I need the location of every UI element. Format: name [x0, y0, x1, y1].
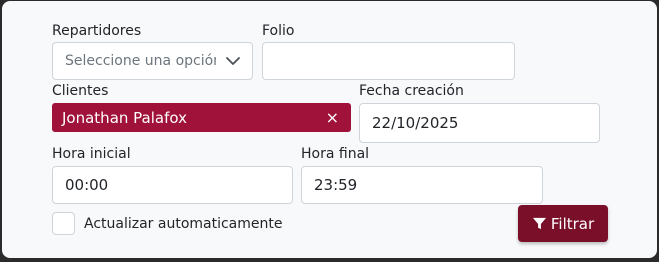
filter-panel: Repartidores Seleccione una opción Folio… [2, 1, 657, 258]
filter-button-label: Filtrar [550, 214, 595, 233]
auto-update-label: Actualizar automaticamente [84, 216, 283, 232]
repartidores-placeholder: Seleccione una opción [65, 53, 216, 69]
folio-label: Folio [262, 23, 295, 39]
fecha-creacion-value: 22/10/2025 [372, 114, 459, 132]
hora-final-label: Hora final [301, 146, 370, 162]
hora-inicial-value: 00:00 [65, 176, 109, 194]
filter-icon [532, 217, 546, 230]
filter-button[interactable]: Filtrar [518, 205, 608, 242]
repartidores-select[interactable]: Seleccione una opción [52, 42, 253, 80]
hora-inicial-label: Hora inicial [52, 146, 131, 162]
remove-tag-icon[interactable]: × [326, 109, 339, 126]
repartidores-label: Repartidores [52, 23, 142, 39]
auto-update-checkbox[interactable] [52, 212, 75, 235]
cliente-tag-label: Jonathan Palafox [62, 108, 187, 127]
clientes-label: Clientes [52, 83, 109, 99]
cliente-tag[interactable]: Jonathan Palafox × [52, 103, 351, 132]
hora-final-value: 23:59 [314, 176, 358, 194]
hora-inicial-input[interactable]: 00:00 [52, 166, 293, 204]
folio-input[interactable] [262, 42, 515, 80]
fecha-creacion-label: Fecha creación [359, 83, 464, 99]
hora-final-input[interactable]: 23:59 [301, 166, 543, 204]
fecha-creacion-input[interactable]: 22/10/2025 [359, 103, 600, 143]
chevron-down-icon [226, 57, 240, 65]
